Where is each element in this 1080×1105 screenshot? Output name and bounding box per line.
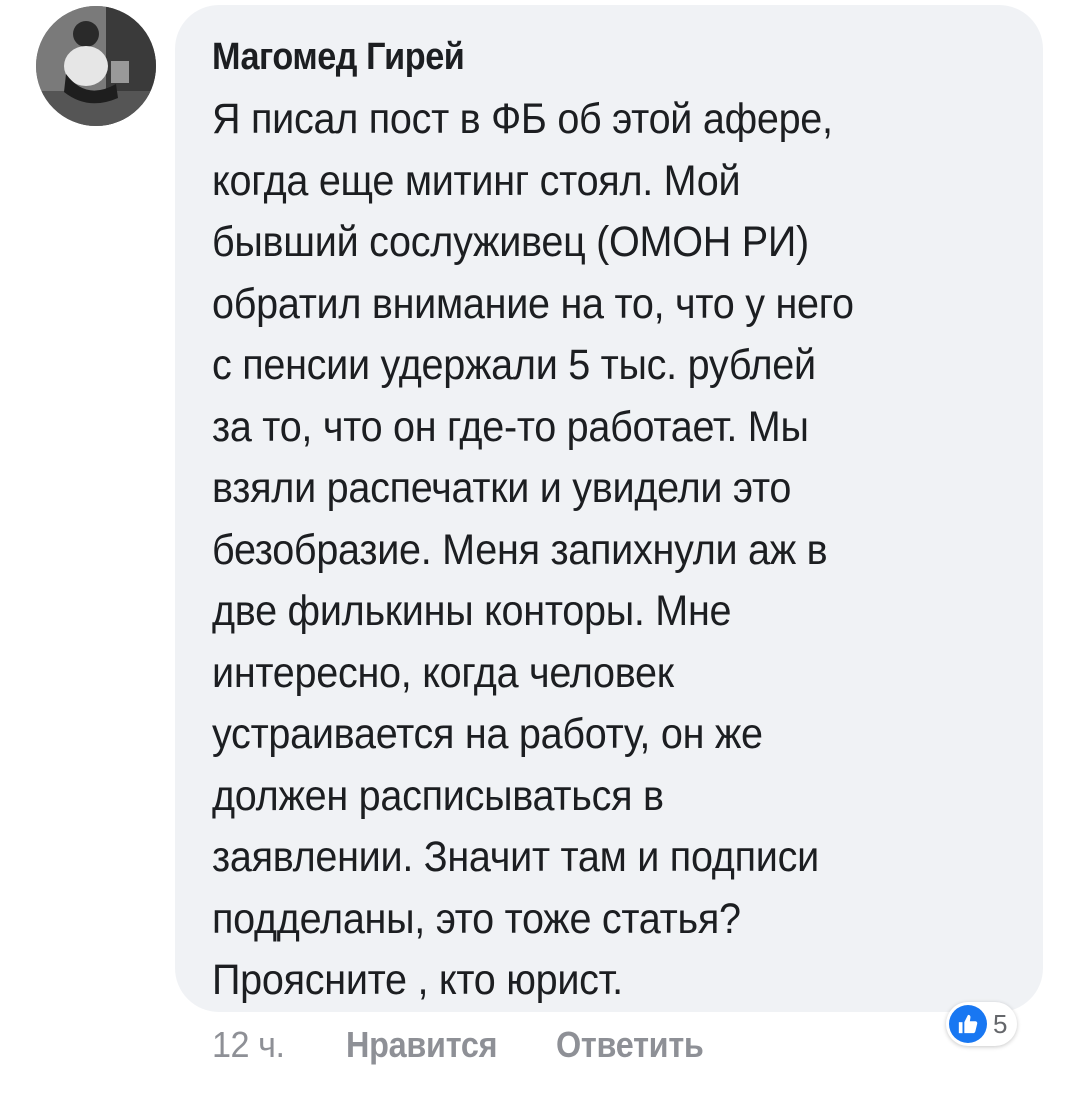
comment-text-line: бывший сослуживец (ОМОН РИ) — [212, 218, 809, 266]
comment-text-line: заявлении. Значит там и подписи — [212, 833, 819, 881]
comment-text-line: устраивается на работу, он же — [212, 710, 763, 758]
reaction-count: 5 — [993, 1008, 1008, 1039]
thumbs-up-icon — [949, 1005, 987, 1043]
comment-timestamp[interactable]: 12 ч. — [212, 1024, 285, 1066]
reaction-summary[interactable]: 5 — [946, 1002, 1018, 1046]
comment-text-line: за то, что он где-то работает. Мы — [212, 402, 809, 451]
comment-text-line: подделаны, это тоже статья? — [212, 894, 741, 943]
reply-button[interactable]: Ответить — [556, 1024, 704, 1066]
comment-text-line: интересно, когда человек — [212, 648, 674, 697]
avatar-photo — [36, 6, 156, 126]
comment-text-line: должен расписываться в — [212, 771, 664, 820]
comment-text-line: две филькины конторы. Мне — [212, 587, 732, 635]
comment-text-line: Я писал пост в ФБ об этой афере, — [212, 95, 833, 143]
like-button[interactable]: Нравится — [346, 1024, 498, 1066]
comment-text: Я писал пост в ФБ об этой афере, когда е… — [212, 89, 1003, 1012]
avatar[interactable] — [36, 6, 156, 126]
comment-text-line: взяли распечатки и увидели это — [212, 464, 792, 512]
comment-bubble: Магомед Гирей Я писал пост в ФБ об этой … — [175, 5, 1043, 1012]
comment-actions: 12 ч. Нравится Ответить — [212, 1018, 720, 1072]
comment-text-line: обратил внимание на то, что у него — [212, 279, 854, 328]
comment-text-line: с пенсии удержали 5 тыс. рублей — [212, 341, 816, 389]
comment-text-line: безобразие. Меня запихнули аж в — [212, 525, 828, 574]
comment-text-line: Проясните , кто юрист. — [212, 956, 623, 1004]
comment-text-line: когда еще митинг стоял. Мой — [212, 156, 741, 205]
comment-author[interactable]: Магомед Гирей — [212, 35, 924, 79]
